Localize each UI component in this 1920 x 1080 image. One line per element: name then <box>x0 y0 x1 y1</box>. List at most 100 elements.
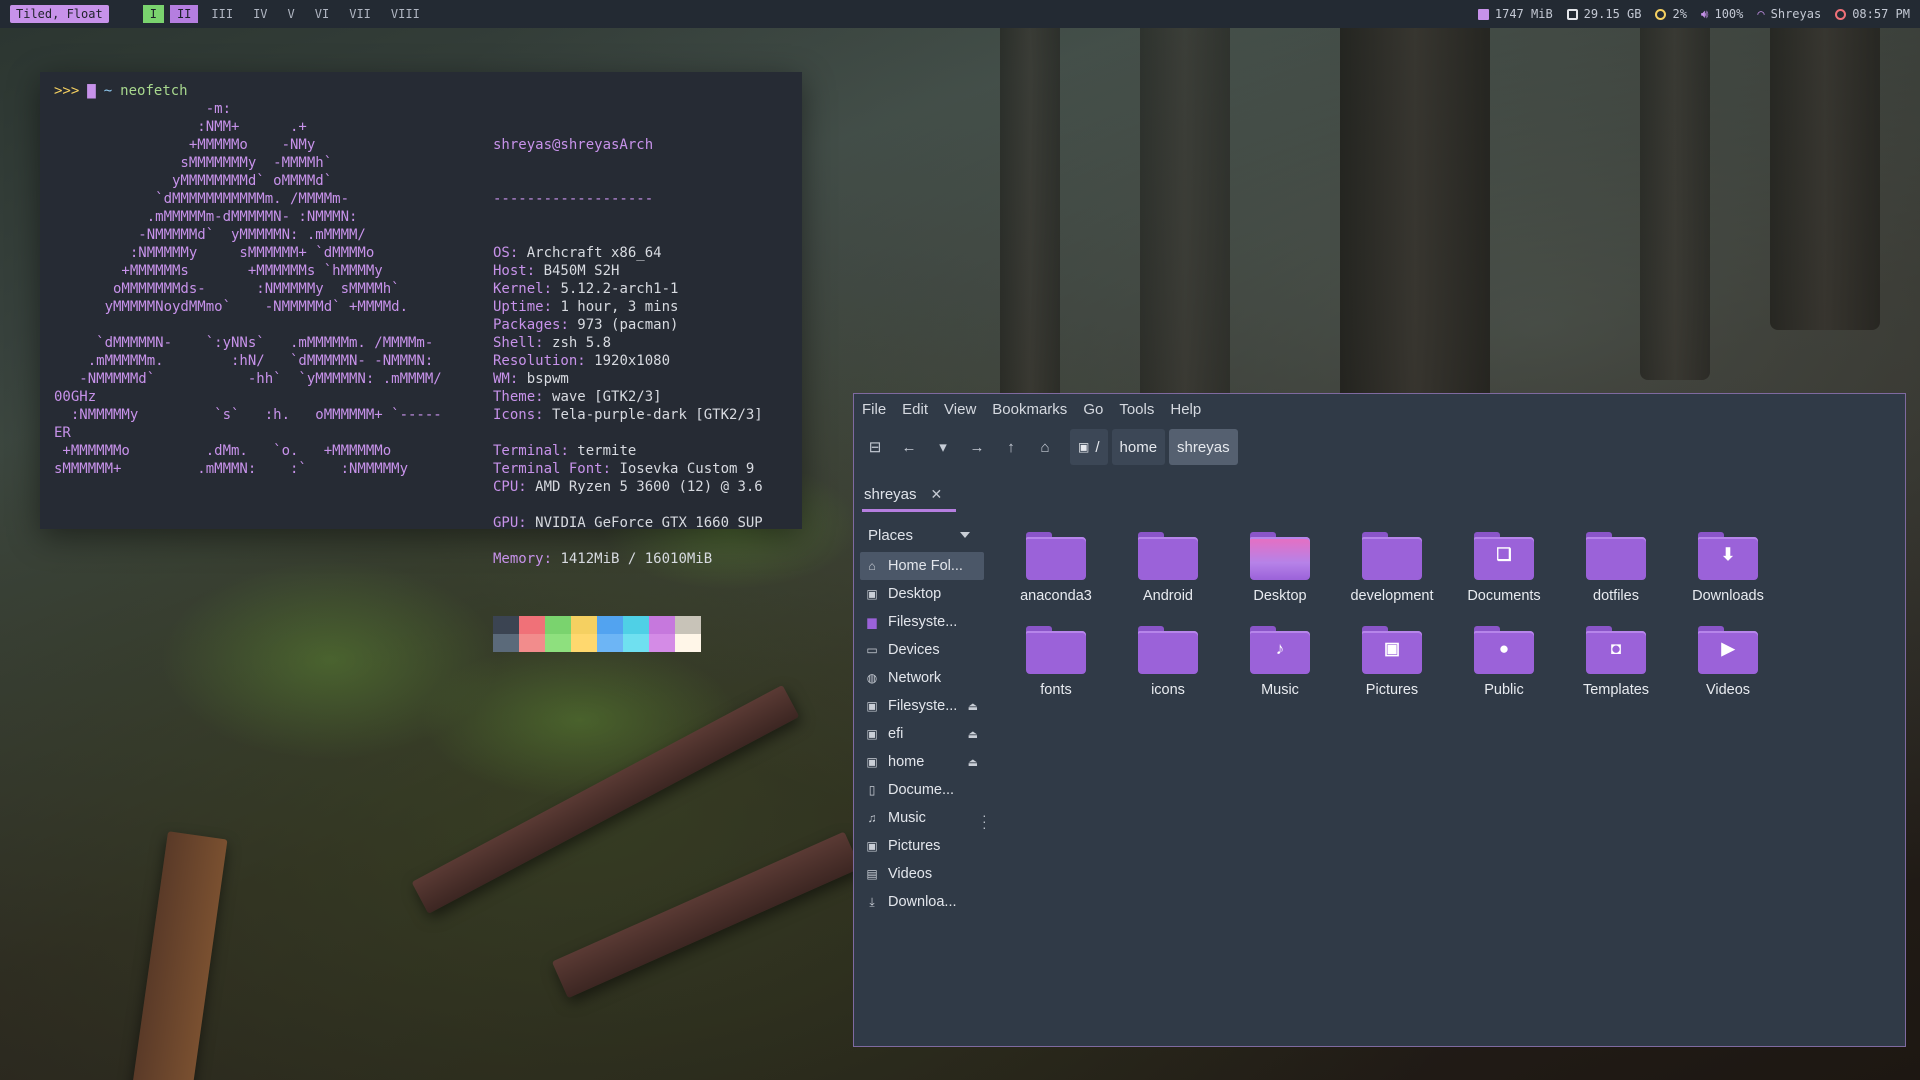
sidebar-item[interactable]: ⌂ Home Fol... <box>860 552 984 580</box>
color-swatch <box>519 616 545 634</box>
info-key: Terminal Font <box>493 461 603 477</box>
logo-line: sMMMMMMMy -MMMMh` <box>54 155 333 171</box>
menu-help[interactable]: Help <box>1170 401 1201 418</box>
folder-item[interactable]: icons <box>1112 616 1224 710</box>
cpu-status: 2% <box>1655 7 1687 21</box>
logo-line: yMMMMMMMMd` oMMMMd` <box>54 173 333 189</box>
info-line: Kernel: 5.12.2-arch1-1 <box>493 281 679 297</box>
forward-arrow-icon[interactable]: → <box>962 432 992 462</box>
menu-tools[interactable]: Tools <box>1119 401 1154 418</box>
terminal-window[interactable]: >>> ▇ ~ neofetch -m: :NMM+ .+ +MMMMMo -N… <box>40 72 802 652</box>
menu-edit[interactable]: Edit <box>902 401 928 418</box>
info-value: wave [GTK2/3] <box>552 389 662 405</box>
menu-bookmarks[interactable]: Bookmarks <box>992 401 1067 418</box>
workspace-8[interactable]: VIII <box>384 5 427 23</box>
info-line: CPU: AMD Ryzen 5 3600 (12) @ 3.6 <box>493 479 763 495</box>
info-key: Uptime <box>493 299 544 315</box>
folder-item[interactable]: ♪ Music <box>1224 616 1336 710</box>
close-icon[interactable]: ✕ <box>931 486 943 503</box>
workspace-3[interactable]: III <box>204 5 240 23</box>
up-arrow-icon[interactable]: ↑ <box>996 432 1026 462</box>
folder-icon <box>1026 532 1086 580</box>
color-swatch <box>493 634 519 652</box>
ascii-logo: -m: :NMM+ .+ +MMMMMo -NMy sMMMMMMMy -MMM… <box>54 100 493 688</box>
info-value: Archcraft x86_64 <box>526 245 662 261</box>
breadcrumb-root[interactable]: ▣ / <box>1070 429 1108 465</box>
folder-item[interactable]: ▣ Pictures <box>1336 616 1448 710</box>
workspace-6[interactable]: VI <box>308 5 336 23</box>
file-manager-window[interactable]: File Edit View Bookmarks Go Tools Help ⊟… <box>853 393 1906 1047</box>
back-arrow-icon[interactable]: ← <box>894 432 924 462</box>
sidebar-item-label: home <box>888 754 925 770</box>
folder-item[interactable]: ◘ Templates <box>1560 616 1672 710</box>
folder-item[interactable]: ● Public <box>1448 616 1560 710</box>
folder-name: Public <box>1484 682 1524 698</box>
workspace-7[interactable]: VII <box>342 5 378 23</box>
splitter-handle[interactable]: · · · <box>982 808 987 834</box>
sidebar-item[interactable]: ◍ Network <box>860 664 984 692</box>
folder-item[interactable]: fonts <box>1000 616 1112 710</box>
drive-icon: ▣ <box>866 755 878 769</box>
sidebar-item-label: efi <box>888 726 904 742</box>
chevron-down-icon <box>960 532 970 538</box>
folder-icon: ▇ <box>87 83 96 99</box>
sidebar-item[interactable]: ▣ Filesyste... ⏏ <box>860 692 984 720</box>
sidebar-item[interactable]: ▯ Docume... <box>860 776 984 804</box>
sidebar-item[interactable]: ▭ Devices <box>860 636 984 664</box>
workspace-2[interactable]: II <box>169 5 199 23</box>
logo-line: `dMMMMMN- `:yNNs` .mMMMMMm. /MMMMm- <box>54 335 434 351</box>
info-line: Theme: wave [GTK2/3] <box>493 389 662 405</box>
sidebar-item[interactable]: ▣ Pictures <box>860 832 984 860</box>
folder-icon: ◘ <box>1586 626 1646 674</box>
sidebar-item[interactable]: ▣ home ⏏ <box>860 748 984 776</box>
info-key: Theme <box>493 389 536 405</box>
folder-item[interactable]: ⬇ Downloads <box>1672 522 1784 616</box>
folder-item[interactable]: ▶ Videos <box>1672 616 1784 710</box>
breadcrumb-home[interactable]: home <box>1111 429 1166 465</box>
sidebar-item[interactable]: ▣ Desktop <box>860 580 984 608</box>
sidebar-item[interactable]: ⤓ Downloa... <box>860 888 984 916</box>
history-dropdown-icon[interactable]: ▾ <box>928 432 958 462</box>
home-icon[interactable]: ⌂ <box>1030 432 1060 462</box>
info-line <box>493 496 763 514</box>
sidebar-item[interactable]: ♫ Music <box>860 804 984 832</box>
sidebar-item[interactable]: ▣ efi ⏏ <box>860 720 984 748</box>
info-line: Memory: 1412MiB / 16010MiB <box>493 551 713 567</box>
tab-shreyas[interactable]: shreyas ✕ <box>862 480 956 512</box>
color-swatch <box>545 634 571 652</box>
breadcrumb-shreyas[interactable]: shreyas <box>1169 429 1238 465</box>
clock[interactable]: 08:57 PM <box>1835 7 1910 21</box>
wifi-status[interactable]: ◠ Shreyas <box>1757 7 1821 21</box>
sidebar-item[interactable]: ▆ Filesyste... <box>860 608 984 636</box>
eject-icon[interactable]: ⏏ <box>968 728 978 741</box>
places-dropdown[interactable]: Places <box>860 518 982 552</box>
workspace-1[interactable]: I <box>142 5 164 23</box>
sidebar-item-label: Pictures <box>888 838 941 854</box>
folder-item[interactable]: dotfiles <box>1560 522 1672 616</box>
workspace-5[interactable]: V <box>281 5 302 23</box>
folder-item[interactable]: ❑ Documents <box>1448 522 1560 616</box>
folder-item[interactable]: Android <box>1112 522 1224 616</box>
info-value: 5.12.2-arch1-1 <box>560 281 679 297</box>
info-line <box>493 532 763 550</box>
sidebar-item[interactable]: ▤ Videos <box>860 860 984 888</box>
menu-file[interactable]: File <box>862 401 886 418</box>
menu-view[interactable]: View <box>944 401 976 418</box>
info-line: OS: Archcraft x86_64 <box>493 245 662 261</box>
new-tab-icon[interactable]: ⊟ <box>860 432 890 462</box>
menu-go[interactable]: Go <box>1083 401 1103 418</box>
folder-item[interactable]: Desktop <box>1224 522 1336 616</box>
folder-item[interactable]: anaconda3 <box>1000 522 1112 616</box>
color-swatch <box>649 634 675 652</box>
drive-icon: ▣ <box>866 727 878 741</box>
disk-status: 29.15 GB <box>1566 7 1641 21</box>
info-value: 1920x1080 <box>594 353 671 369</box>
eject-icon[interactable]: ⏏ <box>968 756 978 769</box>
layout-indicator[interactable]: Tiled, Float <box>10 5 109 23</box>
workspace-4[interactable]: IV <box>246 5 274 23</box>
color-swatch <box>597 634 623 652</box>
eject-icon[interactable]: ⏏ <box>968 700 978 713</box>
folder-icon: ● <box>1474 626 1534 674</box>
volume-status[interactable]: 🔊︎ 100% <box>1701 7 1743 22</box>
folder-item[interactable]: development <box>1336 522 1448 616</box>
